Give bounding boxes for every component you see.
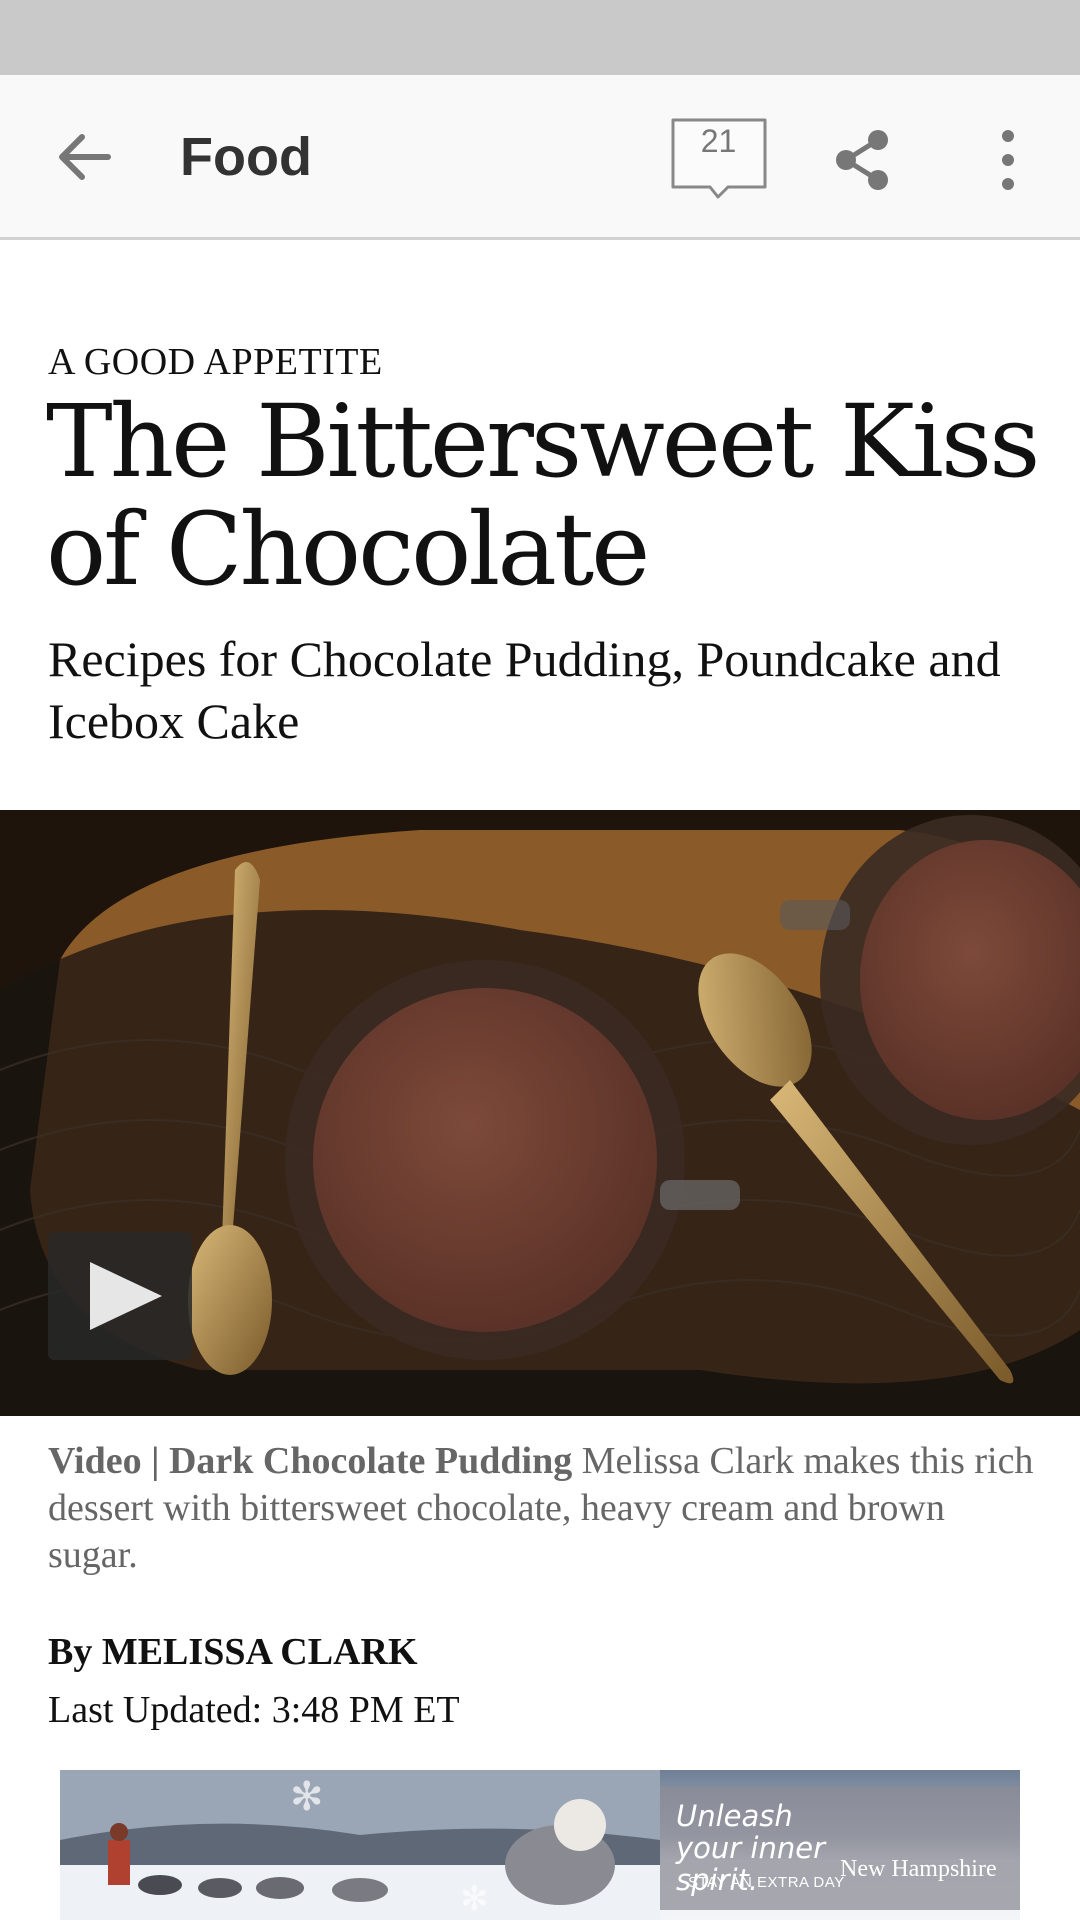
ad-tagline: STAY AN EXTRA DAY [688,1874,845,1891]
comments-button[interactable]: 21 [670,117,770,199]
comment-count: 21 [700,123,737,159]
svg-text:✻: ✻ [290,1774,324,1820]
play-icon [90,1262,162,1330]
section-title: Food [180,127,312,187]
play-video-button[interactable] [48,1232,192,1360]
ad-banner[interactable]: ✻ ✻ Unleash your inner spirit. STAY AN E… [60,1770,1020,1920]
app-bar: Food 21 [0,75,1080,240]
media-caption-label[interactable]: Video | Dark Chocolate Pudding [48,1440,572,1482]
more-options-button[interactable] [988,127,1028,193]
article-headline: The Bittersweet Kiss of Chocolate [46,383,1040,608]
status-bar [0,0,1080,75]
share-icon [836,130,888,190]
ad-brand: New Hampshire [840,1856,997,1882]
media-caption: Video | Dark Chocolate Pudding Melissa C… [48,1438,1038,1579]
svg-text:✻: ✻ [460,1879,489,1919]
last-updated: Last Updated: 3:48 PM ET [48,1689,460,1731]
article-kicker[interactable]: A GOOD APPETITE [48,340,383,384]
sled-dogs-ad-image: ✻ ✻ [60,1770,660,1920]
arrow-back-icon [59,134,111,180]
back-button[interactable] [50,125,120,190]
share-button[interactable] [830,127,896,193]
article-subhead: Recipes for Chocolate Pudding, Poundcake… [48,631,1001,749]
author-byline[interactable]: By MELISSA CLARK [48,1630,418,1674]
ad-text-panel: Unleash your inner spirit. STAY AN EXTRA… [660,1786,1020,1910]
more-vert-icon [1002,130,1014,190]
